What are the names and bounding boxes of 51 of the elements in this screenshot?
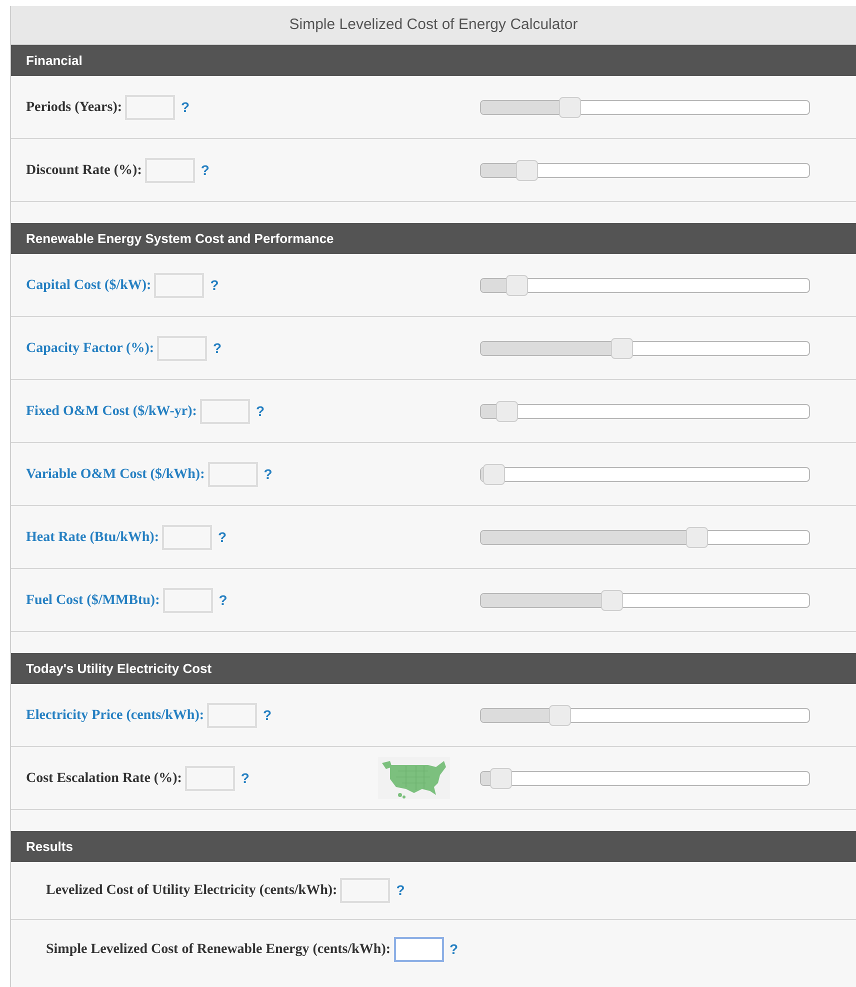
slider-handle[interactable] [490, 768, 512, 788]
slider-handle[interactable] [506, 274, 528, 296]
slider-handle[interactable] [686, 526, 708, 548]
input-field[interactable] [200, 398, 250, 424]
slider-handle[interactable] [483, 464, 506, 484]
help-link[interactable]: ? [264, 464, 272, 484]
help-link[interactable]: ? [396, 880, 405, 901]
slider-handle[interactable] [516, 160, 538, 180]
help-link[interactable]: ? [450, 938, 458, 960]
section-title: Results [26, 838, 73, 856]
help-link[interactable]: ? [213, 338, 222, 358]
calculator-title: Simple Levelized Cost of Energy Calculator [11, 6, 856, 45]
input-field[interactable] [157, 336, 208, 360]
field-label-link[interactable]: Fixed O&M Cost ($/kW-yr): [26, 400, 197, 422]
slider-handle[interactable] [496, 400, 518, 422]
field-label: Cost Escalation Rate (%): [26, 770, 182, 788]
field-label: Periods (Years): [26, 98, 122, 116]
help-link[interactable]: ? [200, 160, 210, 180]
field-label-link[interactable]: Heat Rate (Btu/kWh): [26, 526, 159, 548]
help-link[interactable]: ? [218, 526, 227, 548]
field-label: Discount Rate (%): [26, 162, 142, 180]
input-field[interactable] [125, 94, 176, 120]
input-field[interactable] [144, 158, 195, 182]
result-label: Levelized Cost of Utility Electricity (cents/kWh): [46, 882, 338, 900]
help-link[interactable]: ? [218, 590, 228, 610]
field-label-link[interactable]: Variable O&M Cost ($/kWh): [26, 464, 205, 484]
section-title: Today's Utility Electricity Cost [26, 660, 212, 678]
input-field[interactable] [154, 272, 204, 298]
input-field[interactable] [184, 766, 235, 790]
section-title: Financial [26, 52, 82, 70]
slider-handle[interactable] [611, 338, 634, 358]
help-link[interactable]: ? [263, 704, 272, 726]
input-field[interactable] [162, 588, 213, 612]
result-label: Simple Levelized Cost of Renewable Energy (cents/kWh): [46, 940, 391, 958]
input-field[interactable] [208, 462, 258, 486]
field-label-link[interactable]: Capital Cost ($/kW): [26, 274, 152, 296]
help-link[interactable]: ? [256, 400, 265, 422]
field-label-link[interactable]: Electricity Price (cents/kWh): [26, 704, 204, 726]
help-link[interactable]: ? [240, 768, 250, 788]
help-link[interactable]: ? [181, 96, 190, 118]
slider-handle[interactable] [601, 590, 624, 610]
input-field[interactable] [394, 936, 444, 962]
input-field[interactable] [340, 878, 390, 903]
slider-handle[interactable] [548, 704, 571, 726]
section-title: Renewable Energy System Cost and Performance [26, 230, 334, 248]
field-label-link[interactable]: Fuel Cost ($/MMBtu): [26, 590, 160, 610]
help-link[interactable]: ? [210, 274, 219, 296]
input-field[interactable] [162, 524, 212, 550]
slider-handle[interactable] [558, 96, 581, 118]
input-field[interactable] [207, 702, 258, 728]
field-label-link[interactable]: Capacity Factor (%): [26, 338, 154, 358]
